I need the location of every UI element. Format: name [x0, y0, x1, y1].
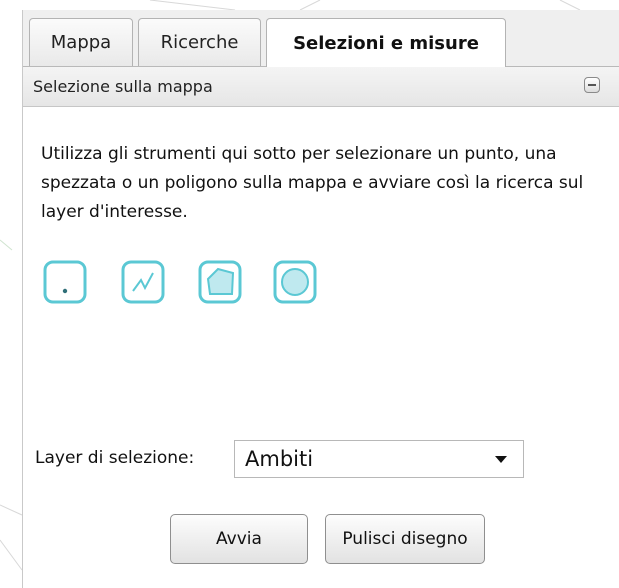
tab-mappa[interactable]: Mappa — [29, 18, 133, 66]
minus-icon[interactable] — [584, 77, 600, 93]
polyline-select-icon[interactable] — [121, 260, 165, 304]
start-button[interactable]: Avvia — [170, 514, 308, 564]
tab-selezioni-e-misure[interactable]: Selezioni e misure — [266, 18, 506, 67]
circle-select-icon[interactable] — [273, 260, 317, 304]
tab-ricerche[interactable]: Ricerche — [138, 18, 261, 66]
point-select-icon[interactable] — [43, 260, 87, 304]
instructions-text: Utilizza gli strumenti qui sotto per sel… — [41, 144, 584, 222]
layer-dropdown[interactable]: Ambiti — [234, 440, 524, 478]
section-header[interactable]: Selezione sulla mappa — [23, 67, 619, 107]
clear-drawing-button[interactable]: Pulisci disegno — [325, 514, 485, 564]
chevron-down-icon — [495, 456, 507, 463]
layer-label: Layer di selezione: — [35, 448, 195, 468]
layer-selected-value: Ambiti — [245, 447, 314, 471]
section-title: Selezione sulla mappa — [33, 77, 213, 96]
selection-panel: Mappa Ricerche Selezioni e misure Selezi… — [22, 10, 619, 588]
tab-strip: Mappa Ricerche Selezioni e misure — [23, 10, 619, 67]
polygon-select-icon[interactable] — [198, 260, 242, 304]
